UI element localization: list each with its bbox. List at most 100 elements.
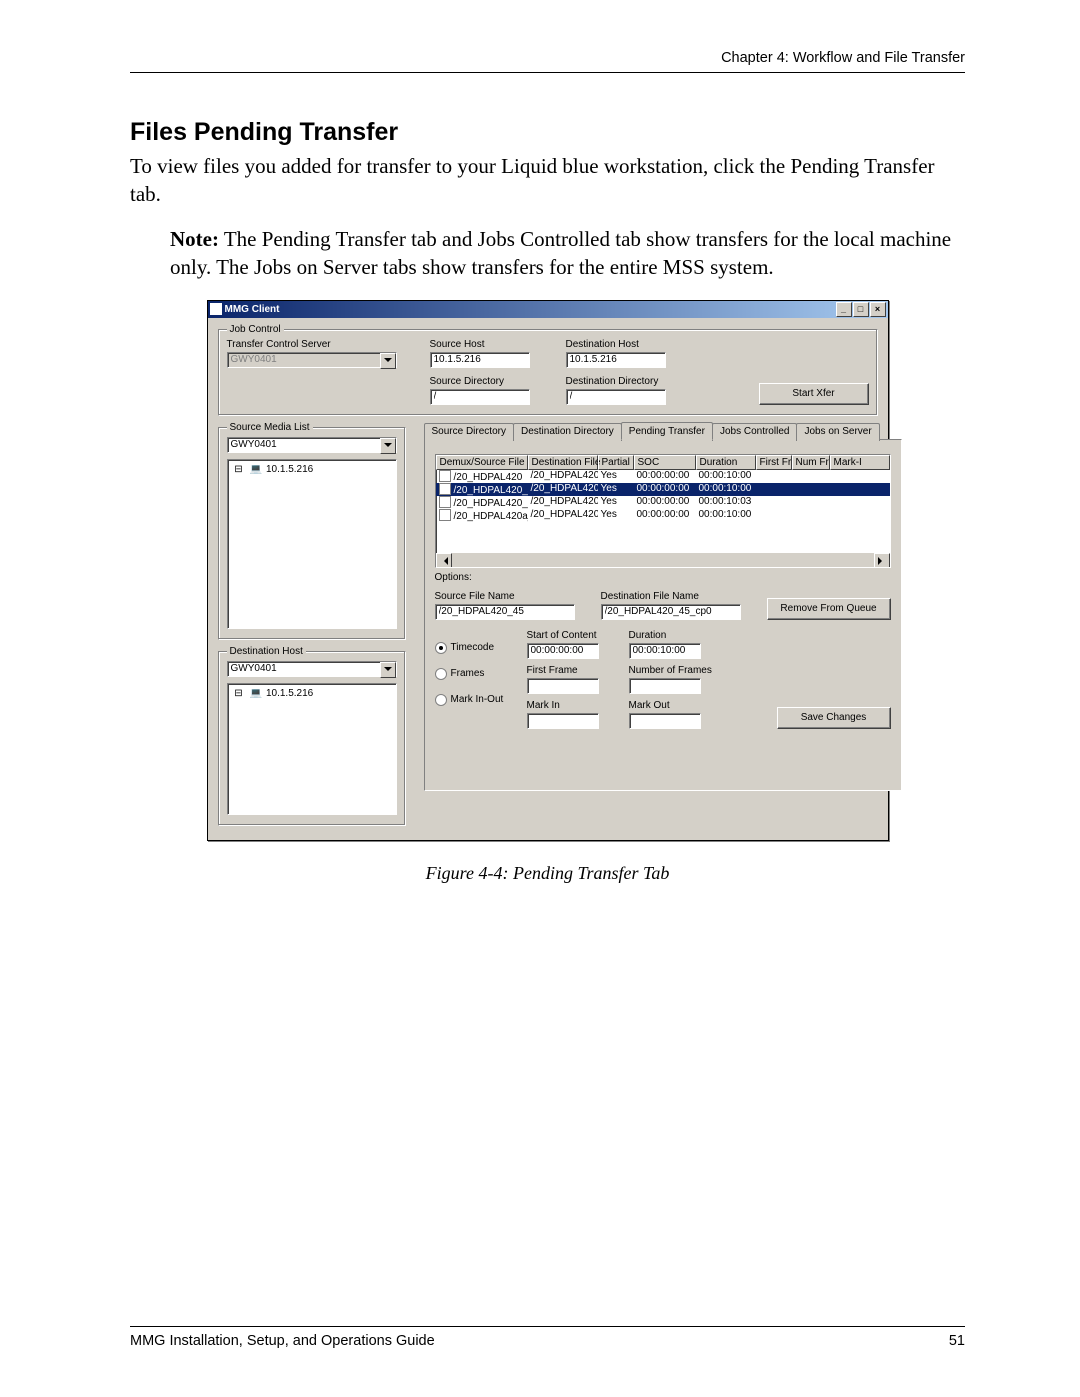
radio-label: Frames <box>451 668 485 679</box>
app-window: MMG Client _ □ × Job Control Transfer Co… <box>207 300 889 841</box>
chevron-down-icon <box>380 438 396 454</box>
mi-input[interactable] <box>527 713 599 729</box>
minimize-button[interactable]: _ <box>836 302 852 317</box>
soc-label: Start of Content <box>527 630 617 641</box>
ff-input[interactable] <box>527 678 599 694</box>
tree-expand-icon: ⊟ <box>232 688 246 699</box>
col-partial[interactable]: Partial <box>598 455 634 470</box>
note-paragraph: Note: The Pending Transfer tab and Jobs … <box>170 226 965 281</box>
dur-input[interactable] <box>629 643 701 659</box>
mo-input[interactable] <box>629 713 701 729</box>
radio-label: Mark In-Out <box>451 694 504 705</box>
computer-icon: 💻 <box>250 464 262 475</box>
checkbox-icon[interactable] <box>439 509 451 521</box>
scroll-right-button[interactable] <box>874 553 890 568</box>
scroll-track[interactable] <box>452 553 874 567</box>
job-control-group: Job Control Transfer Control Server GWY0… <box>218 324 878 416</box>
destination-host-group: Destination Host GWY0401 ⊟ 💻 10.1.5.216 <box>218 646 406 826</box>
mi-label: Mark In <box>527 700 617 711</box>
close-button[interactable]: × <box>870 302 886 317</box>
col-demux[interactable]: Demux/Source File <box>436 455 528 470</box>
radio-dot-icon <box>435 668 447 680</box>
col-numfr[interactable]: Num Fr <box>792 455 830 470</box>
col-dest[interactable]: Destination File <box>528 455 598 470</box>
note-text: The Pending Transfer tab and Jobs Contro… <box>170 227 951 279</box>
window-title: MMG Client <box>225 304 280 315</box>
pending-files-list[interactable]: Demux/Source File Destination File Parti… <box>435 454 891 568</box>
checkbox-icon[interactable] <box>439 496 451 508</box>
source-dir-input[interactable] <box>430 389 530 405</box>
figure-caption: Figure 4-4: Pending Transfer Tab <box>130 863 965 884</box>
dh-value: GWY0401 <box>231 663 277 674</box>
col-duration[interactable]: Duration <box>696 455 756 470</box>
radio-label: Timecode <box>451 642 495 653</box>
tab-jobs-on-server[interactable]: Jobs on Server <box>796 423 879 441</box>
soc-input[interactable] <box>527 643 599 659</box>
remove-from-queue-button[interactable]: Remove From Queue <box>767 598 891 620</box>
chevron-down-icon <box>380 353 396 369</box>
source-media-list-legend: Source Media List <box>227 422 313 433</box>
sml-value: GWY0401 <box>231 439 277 450</box>
sml-tree[interactable]: ⊟ 💻 10.1.5.216 <box>227 459 397 629</box>
chevron-down-icon <box>380 662 396 678</box>
radio-dot-icon <box>435 694 447 706</box>
tab-destination-directory[interactable]: Destination Directory <box>513 423 622 441</box>
table-row[interactable]: /20_HDPAL420_50/20_HDPAL420...Yes00:00:0… <box>436 496 890 509</box>
nf-label: Number of Frames <box>629 665 739 676</box>
checkbox-icon[interactable] <box>439 483 451 495</box>
app-icon <box>210 303 222 315</box>
source-media-list-group: Source Media List GWY0401 ⊟ 💻 10.1.5.216 <box>218 422 406 640</box>
tree-expand-icon: ⊟ <box>232 464 246 475</box>
tree-node[interactable]: ⊟ 💻 10.1.5.216 <box>232 688 392 699</box>
radio-dot-icon <box>435 642 447 654</box>
table-row[interactable]: /20_HDPAL420/20_HDPAL420...Yes00:00:00:0… <box>436 470 890 483</box>
dh-tree[interactable]: ⊟ 💻 10.1.5.216 <box>227 683 397 815</box>
col-mark-in[interactable]: Mark-I <box>830 455 890 470</box>
tcs-combo[interactable]: GWY0401 <box>227 352 397 368</box>
mo-label: Mark Out <box>629 700 739 711</box>
tree-node[interactable]: ⊟ 💻 10.1.5.216 <box>232 464 392 475</box>
section-title: Files Pending Transfer <box>130 118 965 147</box>
footer-page-number: 51 <box>949 1333 965 1349</box>
job-control-legend: Job Control <box>227 324 284 335</box>
radio-mark-in-out[interactable]: Mark In-Out <box>435 694 515 706</box>
dfn-input[interactable] <box>601 604 741 620</box>
col-soc[interactable]: SOC <box>634 455 696 470</box>
radio-frames[interactable]: Frames <box>435 668 515 680</box>
source-host-input[interactable] <box>430 352 530 368</box>
footer-left: MMG Installation, Setup, and Operations … <box>130 1333 435 1349</box>
maximize-button[interactable]: □ <box>853 302 869 317</box>
intro-paragraph: To view files you added for transfer to … <box>130 153 965 208</box>
scroll-left-button[interactable] <box>436 553 452 568</box>
radio-timecode[interactable]: Timecode <box>435 642 515 654</box>
tree-node-label: 10.1.5.216 <box>266 464 313 475</box>
destination-dir-label: Destination Directory <box>566 376 716 387</box>
tree-node-label: 10.1.5.216 <box>266 688 313 699</box>
options-label: Options: <box>435 572 472 583</box>
destination-dir-input[interactable] <box>566 389 666 405</box>
computer-icon: 💻 <box>250 688 262 699</box>
table-row[interactable]: /20_HDPAL420_45/20_HDPAL420...Yes00:00:0… <box>436 483 890 496</box>
sfn-input[interactable] <box>435 604 575 620</box>
tcs-value: GWY0401 <box>231 354 277 365</box>
tab-jobs-controlled[interactable]: Jobs Controlled <box>712 423 797 441</box>
destination-host-label: Destination Host <box>566 339 716 350</box>
dfn-label: Destination File Name <box>601 591 751 602</box>
save-changes-button[interactable]: Save Changes <box>777 707 891 729</box>
dh-combo[interactable]: GWY0401 <box>227 661 397 677</box>
tab-source-directory[interactable]: Source Directory <box>424 423 514 441</box>
col-firstfr[interactable]: First Fr <box>756 455 792 470</box>
destination-host-legend: Destination Host <box>227 646 306 657</box>
ff-label: First Frame <box>527 665 617 676</box>
start-xfer-button[interactable]: Start Xfer <box>759 383 869 405</box>
nf-input[interactable] <box>629 678 701 694</box>
tcs-label: Transfer Control Server <box>227 339 412 350</box>
source-dir-label: Source Directory <box>430 376 548 387</box>
sml-combo[interactable]: GWY0401 <box>227 437 397 453</box>
destination-host-input[interactable] <box>566 352 666 368</box>
source-host-label: Source Host <box>430 339 548 350</box>
tab-pending-transfer[interactable]: Pending Transfer <box>621 422 713 440</box>
table-row[interactable]: /20_HDPAL420a_.../20_HDPAL420...Yes00:00… <box>436 509 890 522</box>
checkbox-icon[interactable] <box>439 470 451 482</box>
page-header: Chapter 4: Workflow and File Transfer <box>130 50 965 73</box>
